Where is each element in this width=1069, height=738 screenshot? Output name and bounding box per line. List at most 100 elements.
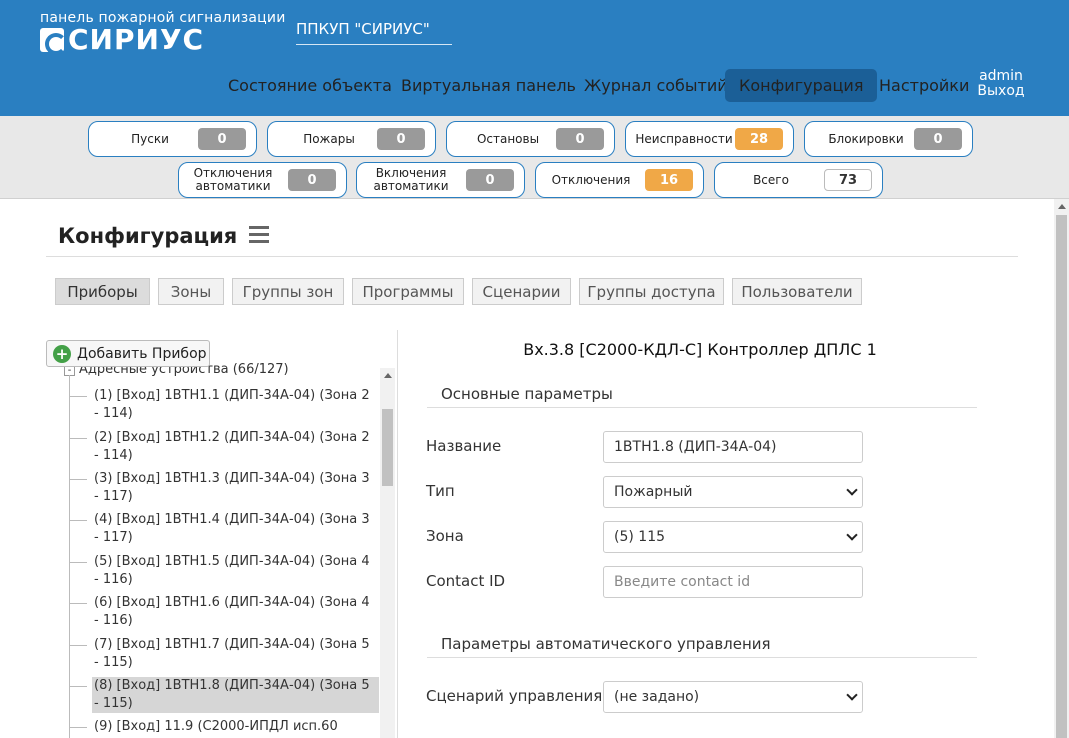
counter-value: 28: [735, 128, 783, 150]
tree-item-label: (6) [Вход] 1ВТН1.6 (ДИП-34А-04) (Зона 4 …: [94, 595, 370, 628]
brand-logo[interactable]: СИРИУС: [40, 23, 205, 56]
tree-item-label: (3) [Вход] 1ВТН1.3 (ДИП-34А-04) (Зона 3 …: [94, 471, 370, 504]
chevron-down-icon: [846, 689, 858, 701]
tree-item-label: (5) [Вход] 1ВТН1.5 (ДИП-34А-04) (Зона 4 …: [94, 554, 370, 587]
tab-devices[interactable]: Приборы: [55, 278, 150, 305]
counter-launches[interactable]: Пуски 0: [88, 121, 257, 157]
counter-value: 0: [198, 128, 246, 150]
tree-item[interactable]: (4) [Вход] 1ВТН1.4 (ДИП-34А-04) (Зона 3 …: [69, 511, 379, 547]
tab-users[interactable]: Пользователи: [732, 278, 862, 305]
tab-zones[interactable]: Зоны: [158, 278, 224, 305]
counter-value: 0: [377, 128, 425, 150]
add-device-button[interactable]: + Добавить Прибор: [46, 340, 210, 367]
logo-mark-icon: [40, 28, 67, 55]
name-input[interactable]: 1ВТН1.8 (ДИП-34А-04): [603, 431, 863, 463]
device-heading: Вх.3.8 [С2000-КДЛ-С] Контроллер ДПЛС 1: [523, 340, 877, 359]
chevron-down-icon: [846, 484, 858, 496]
scenario-select[interactable]: (не задано): [603, 681, 863, 713]
counter-disabled[interactable]: Отключения 16: [535, 162, 704, 198]
tab-scenarios[interactable]: Сценарии: [472, 278, 571, 305]
name-label: Название: [426, 437, 502, 455]
nav-virtual-panel[interactable]: Виртуальная панель: [401, 69, 576, 102]
tree-item-label: (7) [Вход] 1ВТН1.7 (ДИП-34А-04) (Зона 5 …: [94, 637, 370, 670]
tab-zone-groups[interactable]: Группы зон: [232, 278, 344, 305]
top-header: панель пожарной сигнализации СИРИУС ППКУ…: [0, 0, 1069, 116]
tab-access-groups[interactable]: Группы доступа: [579, 278, 724, 305]
tree-item-label: (2) [Вход] 1ВТН1.2 (ДИП-34А-04) (Зона 2 …: [94, 430, 370, 463]
counter-stops[interactable]: Остановы 0: [446, 121, 615, 157]
status-counters: Пуски 0 Пожары 0 Остановы 0 Неисправност…: [0, 116, 1069, 199]
nav-settings[interactable]: Настройки: [879, 69, 969, 102]
tree-item[interactable]: (7) [Вход] 1ВТН1.7 (ДИП-34А-04) (Зона 5 …: [69, 636, 379, 672]
counter-label: Отключения автоматики: [193, 166, 273, 193]
section-main-params: Основные параметры: [441, 385, 613, 403]
tree-item-selected[interactable]: (8) [Вход] 1ВТН1.8 (ДИП-34А-04) (Зона 5 …: [69, 677, 379, 713]
page-title: Конфигурация: [58, 224, 238, 248]
counter-label: Отключения: [551, 172, 631, 187]
type-label: Тип: [426, 482, 455, 500]
scenario-label: Сценарий управления: [426, 687, 603, 705]
counter-value: 0: [556, 128, 604, 150]
counter-automation-on[interactable]: Включения автоматики 0: [356, 162, 525, 198]
chevron-down-icon: [846, 529, 858, 541]
counter-faults[interactable]: Неисправности 28: [625, 121, 794, 157]
tree-item-label: (8) [Вход] 1ВТН1.8 (ДИП-34А-04) (Зона 5 …: [92, 677, 379, 713]
tree-scrollbar-thumb[interactable]: [382, 409, 393, 486]
counter-total[interactable]: Всего 73: [714, 162, 883, 198]
counter-blocks[interactable]: Блокировки 0: [804, 121, 973, 157]
counter-label: Всего: [753, 172, 789, 187]
tree-item[interactable]: (2) [Вход] 1ВТН1.2 (ДИП-34А-04) (Зона 2 …: [69, 429, 379, 465]
tree-scrollbar[interactable]: [380, 368, 395, 738]
panel-divider: [397, 330, 398, 738]
type-select-value: Пожарный: [614, 484, 693, 500]
counter-label: Включения автоматики: [373, 166, 449, 193]
tree-item[interactable]: (6) [Вход] 1ВТН1.6 (ДИП-34А-04) (Зона 4 …: [69, 594, 379, 630]
scenario-select-value: (не задано): [614, 689, 700, 705]
scroll-up-icon[interactable]: [1058, 204, 1066, 209]
tree-item-label: (4) [Вход] 1ВТН1.4 (ДИП-34А-04) (Зона 3 …: [94, 512, 370, 545]
zone-select-value: (5) 115: [614, 529, 666, 545]
nav-configuration[interactable]: Конфигурация: [725, 69, 878, 102]
counter-fires[interactable]: Пожары 0: [267, 121, 436, 157]
device-title: ППКУП "СИРИУС": [296, 20, 452, 45]
tab-programs[interactable]: Программы: [352, 278, 464, 305]
tree-item-label: (1) [Вход] 1ВТН1.1 (ДИП-34А-04) (Зона 2 …: [94, 388, 370, 421]
counter-value: 0: [914, 128, 962, 150]
page-scrollbar[interactable]: [1054, 199, 1069, 738]
zone-label: Зона: [426, 527, 464, 545]
contact-id-input[interactable]: Введите contact id: [603, 566, 863, 598]
add-device-label: Добавить Прибор: [77, 345, 207, 362]
nav-event-log[interactable]: Журнал событий: [584, 69, 728, 102]
contact-id-label: Contact ID: [426, 572, 506, 590]
tree-item[interactable]: (3) [Вход] 1ВТН1.3 (ДИП-34А-04) (Зона 3 …: [69, 470, 379, 506]
counter-automation-off[interactable]: Отключения автоматики 0: [178, 162, 347, 198]
counter-value: 16: [645, 169, 693, 191]
counter-label: Остановы: [476, 131, 540, 146]
scroll-up-icon[interactable]: [384, 373, 392, 378]
zone-select[interactable]: (5) 115: [603, 521, 863, 553]
section-divider: [427, 657, 977, 658]
plus-circle-icon: +: [53, 344, 71, 363]
type-select[interactable]: Пожарный: [603, 476, 863, 508]
tree-item[interactable]: (5) [Вход] 1ВТН1.5 (ДИП-34А-04) (Зона 4 …: [69, 553, 379, 589]
hamburger-icon[interactable]: [249, 226, 269, 244]
tree-item-label: (9) [Вход] 11.9 (С2000-ИПДЛ исп.60: [94, 719, 338, 734]
tree-item[interactable]: (9) [Вход] 11.9 (С2000-ИПДЛ исп.60: [69, 718, 379, 736]
tree-item[interactable]: (1) [Вход] 1ВТН1.1 (ДИП-34А-04) (Зона 2 …: [69, 387, 379, 423]
brand-name: СИРИУС: [68, 23, 205, 56]
logout-link[interactable]: Выход: [976, 84, 1026, 99]
device-tree: - Адресные устройства (66/127) (1) [Вход]…: [46, 360, 396, 738]
title-divider: [46, 256, 1018, 257]
counter-label: Пожары: [303, 131, 355, 146]
counter-label: Пуски: [131, 131, 169, 146]
counter-label: Блокировки: [828, 131, 904, 146]
counter-label: Неисправности: [635, 131, 733, 146]
counter-value: 0: [288, 169, 336, 191]
counter-value: 73: [824, 169, 872, 191]
nav-object-state[interactable]: Состояние объекта: [228, 69, 392, 102]
user-name[interactable]: admin: [976, 69, 1026, 84]
page-scrollbar-thumb[interactable]: [1056, 215, 1067, 738]
user-block: admin Выход: [976, 69, 1026, 99]
section-divider: [427, 407, 977, 408]
counter-value: 0: [466, 169, 514, 191]
